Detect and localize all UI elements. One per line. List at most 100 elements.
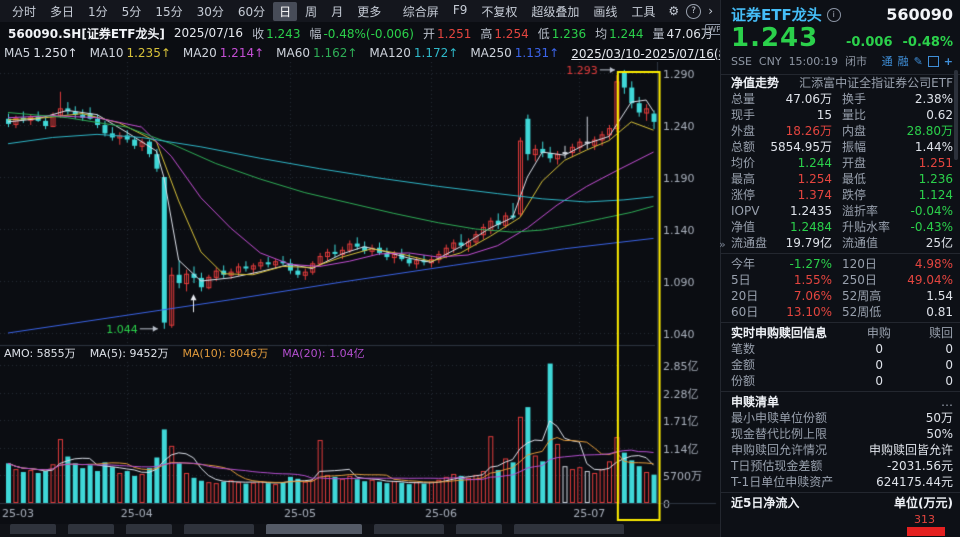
bottom-tab[interactable]	[68, 524, 114, 534]
bottom-tab[interactable]	[374, 524, 444, 534]
stat-label: 外盘	[731, 123, 755, 139]
period-tab-30分[interactable]: 30分	[191, 2, 230, 21]
tool-button-综合屏[interactable]: 综合屏	[397, 2, 445, 21]
bottom-tab[interactable]	[184, 524, 254, 534]
stat-cell-涨停: 涨停1.374	[731, 187, 842, 203]
stat-value: 47.06万	[786, 91, 842, 107]
bottom-tab[interactable]	[456, 524, 502, 534]
symbol-label: 560090.SH[证券ETF龙头]	[8, 25, 165, 42]
stat-value: 1.54	[926, 288, 953, 304]
ma-legend-MA60: MA601.162↑	[276, 46, 357, 60]
add-to-watchlist-icon[interactable]: +	[944, 55, 953, 68]
stat-value: 15	[817, 107, 842, 123]
stat-value: 49.04%	[907, 272, 953, 288]
stat-cell-52周低: 52周低0.81	[842, 304, 953, 320]
bottom-tab[interactable]	[514, 524, 624, 534]
stat-cell-52周高: 52周高 1.54	[842, 288, 953, 304]
vol-ma10-label: MA(10): 8046万	[182, 345, 268, 359]
subscribe-value-2: 0	[883, 373, 953, 389]
fund-name-title[interactable]: 证券ETF龙头	[731, 4, 822, 25]
stat-cell-振幅: 振幅1.44%	[842, 139, 953, 155]
subscribe-row: 份额00	[731, 373, 953, 389]
redeem-value: -2031.56元	[887, 458, 953, 474]
tool-button-画线[interactable]: 画线	[587, 2, 623, 21]
stat-cell-均价: 均价1.244	[731, 155, 842, 171]
settings-gear-icon[interactable]: ⚙	[665, 4, 682, 18]
price-change-pct: -0.48%	[903, 35, 954, 50]
ma-legend-MA5: MA51.250↑	[4, 46, 78, 60]
redeem-list-row: 最小申赎单位份额50万	[731, 410, 953, 426]
stat-value: 0.81	[926, 304, 953, 320]
ma-value: 1.172↑	[414, 46, 458, 60]
period-tab-5分[interactable]: 5分	[116, 2, 148, 21]
stat-value: 0.62	[926, 107, 953, 123]
stat-value: 18.26万	[786, 123, 842, 139]
period-tab-1分[interactable]: 1分	[82, 2, 114, 21]
ma-legend-MA20: MA201.214↑	[183, 46, 264, 60]
edit-pencil-icon[interactable]: ✎	[914, 55, 923, 68]
stat-label: 最高	[731, 171, 755, 187]
period-tab-15分[interactable]: 15分	[149, 2, 188, 21]
bottom-tab[interactable]	[126, 524, 172, 534]
subscribe-label: 金额	[731, 357, 821, 373]
stat-label: 今年	[731, 256, 755, 272]
stat-cell-现手: 现手 15	[731, 107, 842, 123]
stat-row: 净值1.2484升贴水率-0.43%	[731, 219, 953, 235]
exchange-label: SSE	[731, 55, 752, 68]
underlying-fund-name[interactable]: 汇添富中证全指证券公司ETF	[799, 75, 953, 91]
panel-scrollbar[interactable]	[954, 70, 958, 160]
stat-label: 升贴水率	[842, 219, 890, 235]
ma-value: 1.235↑	[126, 46, 170, 60]
margin-badge-tong[interactable]: 通	[882, 53, 893, 69]
panel-collapse-arrow[interactable]: »	[719, 238, 726, 251]
tool-button-超级叠加[interactable]: 超级叠加	[525, 2, 585, 21]
stat-label: 总额	[731, 139, 755, 155]
period-tab-多日[interactable]: 多日	[44, 2, 80, 21]
stat-label: 52周高	[842, 288, 881, 304]
candlestick-chart[interactable]	[0, 62, 720, 522]
alert-icon[interactable]	[928, 56, 939, 67]
stat-label: 总量	[731, 91, 755, 107]
stat-cell-总额: 总额5854.95万	[731, 139, 842, 155]
ma-label: MA60	[276, 46, 310, 60]
stat-label: 5日	[731, 272, 751, 288]
tool-button-工具[interactable]: 工具	[625, 2, 661, 21]
period-tab-分时[interactable]: 分时	[6, 2, 42, 21]
tool-button-不复权[interactable]: 不复权	[475, 2, 523, 21]
quote-field-量: 量47.06万	[652, 25, 712, 42]
stat-row: IOPV1.2435溢折率-0.04%	[731, 203, 953, 219]
market-status: 闭市	[845, 53, 867, 69]
quote-field-收: 收1.243	[252, 25, 300, 42]
info-icon[interactable]: i	[827, 8, 841, 22]
help-icon[interactable]: ?	[686, 4, 701, 19]
tool-button-F9[interactable]: F9	[447, 2, 474, 21]
bottom-tab[interactable]	[266, 524, 362, 534]
stat-value: 7.06%	[794, 288, 842, 304]
stat-label: 现手	[731, 107, 755, 123]
stat-label: 流通值	[842, 235, 878, 251]
tool-buttons: 综合屏F9不复权超级叠加画线工具	[397, 2, 662, 21]
perf-row: 今年-1.27%120日4.98%	[731, 256, 953, 272]
period-tab-日[interactable]: 日	[273, 2, 297, 21]
redeem-value: 申购赎回皆允许	[869, 442, 953, 458]
nav-trend-label[interactable]: 净值走势	[731, 75, 779, 91]
inflow-value: 313	[914, 513, 935, 526]
quote-field-value: 1.251	[437, 27, 471, 41]
stat-value: 13.10%	[786, 304, 842, 320]
period-tab-周[interactable]: 周	[299, 2, 323, 21]
stat-cell-换手: 换手2.38%	[842, 91, 953, 107]
redeem-value: 624175.44元	[876, 474, 953, 490]
toolbar-right: 综合屏F9不复权超级叠加画线工具 ⚙ ? ›	[397, 2, 720, 21]
period-tab-更多[interactable]: 更多	[351, 2, 387, 21]
stat-cell-总量: 总量 47.06万	[731, 91, 842, 107]
more-ellipsis-icon[interactable]: …	[941, 394, 953, 410]
period-tab-60分[interactable]: 60分	[232, 2, 271, 21]
bottom-tab[interactable]	[10, 524, 56, 534]
period-tabs: 分时多日1分5分15分30分60分日周月更多	[0, 2, 387, 21]
ma-legend-MA10: MA101.235↑	[90, 46, 171, 60]
chevron-right-icon[interactable]: ›	[705, 4, 716, 18]
redeem-list-header: 申赎清单…	[731, 394, 953, 410]
period-tab-月[interactable]: 月	[325, 2, 349, 21]
margin-badge-rong[interactable]: 融	[898, 53, 909, 69]
subscribe-label: 份额	[731, 373, 821, 389]
